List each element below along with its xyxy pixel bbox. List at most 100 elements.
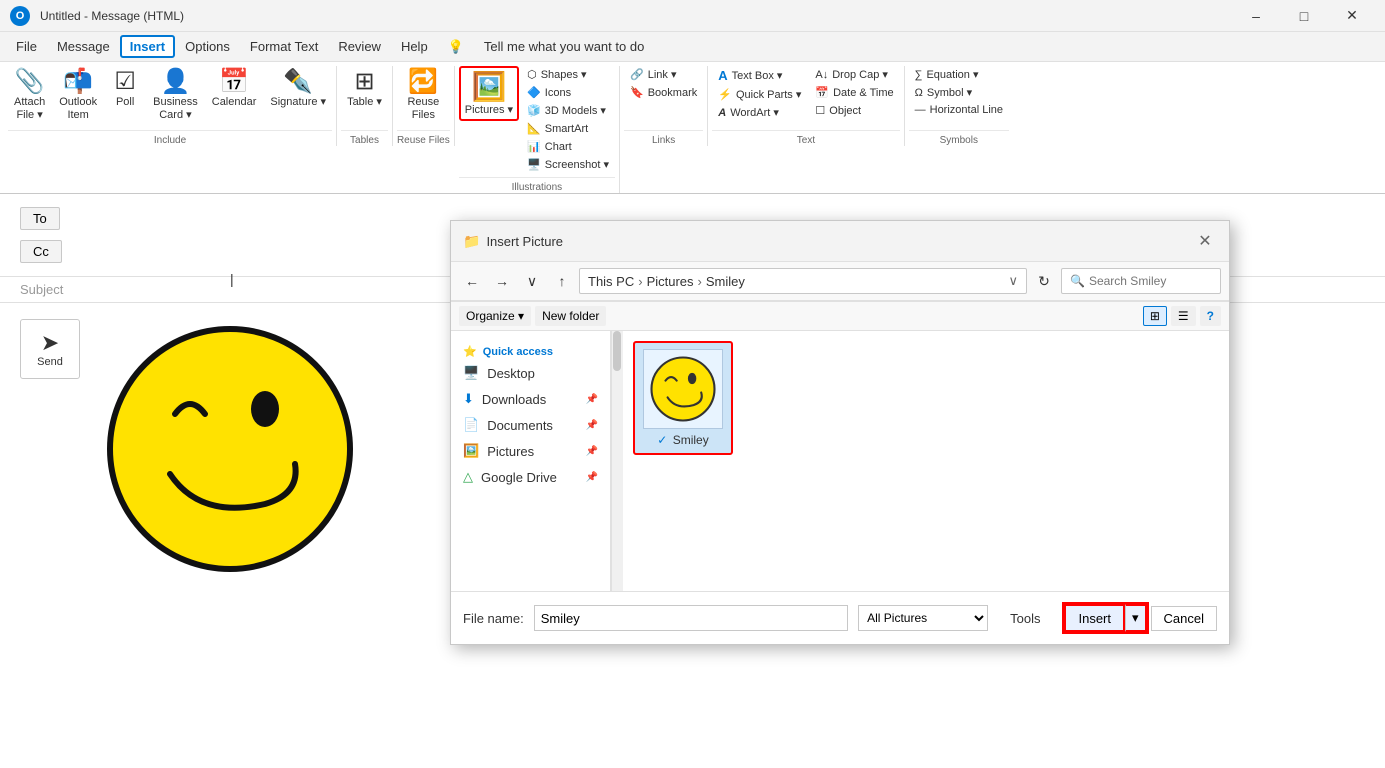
cc-button[interactable]: Cc [20, 240, 62, 263]
object-label: Object [829, 105, 861, 117]
menu-options[interactable]: Options [175, 35, 240, 58]
organize-button[interactable]: Organize ▾ [459, 306, 531, 326]
3d-models-button[interactable]: 🧊 3D Models ▾ [521, 102, 615, 119]
up-button[interactable]: ↑ [549, 268, 575, 294]
poll-label: Poll [116, 96, 134, 109]
quick-parts-button[interactable]: ⚡ Quick Parts ▾ [712, 86, 807, 103]
sidebar-item-downloads[interactable]: ⬇ Downloads 📌 [451, 386, 610, 412]
pictures-sidebar-icon: 🖼️ [463, 443, 479, 459]
file-type-select[interactable]: All Pictures [858, 605, 988, 631]
calendar-button[interactable]: 📅 Calendar [206, 66, 263, 113]
links-col: 🔗 Link ▾ 🔖 Bookmark [624, 66, 703, 101]
refresh-button[interactable]: ↻ [1031, 268, 1057, 294]
chart-icon: 📊 [527, 140, 541, 153]
sidebar-item-desktop[interactable]: 🖥️ Desktop [451, 360, 610, 386]
menu-message[interactable]: Message [47, 35, 120, 58]
symbol-button[interactable]: Ω Symbol ▾ [909, 84, 1009, 101]
filename-input[interactable] [534, 605, 848, 631]
screenshot-button[interactable]: 🖥️ Screenshot ▾ [521, 156, 615, 173]
menu-file[interactable]: File [6, 35, 47, 58]
recent-locations-button[interactable]: ∨ [519, 268, 545, 294]
email-body-content: | [100, 319, 360, 582]
search-input[interactable] [1089, 274, 1244, 288]
tools-label[interactable]: Tools [998, 605, 1052, 632]
bookmark-label: Bookmark [648, 87, 698, 99]
maximize-button[interactable]: □ [1281, 0, 1327, 32]
business-card-button[interactable]: 👤 BusinessCard ▾ [147, 66, 204, 126]
send-button[interactable]: ➤ Send [20, 319, 80, 379]
smiley-face [100, 319, 360, 579]
view-details-button[interactable]: ☰ [1171, 306, 1196, 326]
smiley-thumbnail [643, 349, 723, 429]
poll-button[interactable]: ☑ Poll [105, 66, 145, 113]
sidebar-item-google-drive[interactable]: △ Google Drive 📌 [451, 464, 610, 490]
pictures-icon: 🖼️ [471, 70, 506, 104]
back-button[interactable]: ← [459, 268, 485, 294]
menu-format-text[interactable]: Format Text [240, 35, 328, 58]
bookmark-icon: 🔖 [630, 86, 644, 99]
search-box[interactable]: 🔍 [1061, 268, 1221, 294]
menu-insert[interactable]: Insert [120, 35, 175, 58]
ribbon: 📎 AttachFile ▾ 📬 OutlookItem ☑ Poll 👤 Bu… [0, 62, 1385, 194]
ribbon-groups: 📎 AttachFile ▾ 📬 OutlookItem ☑ Poll 👤 Bu… [0, 66, 1385, 193]
menu-lightbulb[interactable]: 💡 [438, 35, 474, 59]
reuse-files-button[interactable]: 🔁 ReuseFiles [401, 66, 445, 126]
menu-tell-me[interactable]: Tell me what you want to do [474, 35, 654, 58]
reuse-items: 🔁 ReuseFiles [401, 66, 445, 126]
shapes-button[interactable]: ⬡ Shapes ▾ [521, 66, 615, 83]
hline-icon: — [915, 104, 926, 116]
object-icon: ☐ [815, 104, 825, 117]
close-button[interactable]: ✕ [1329, 0, 1375, 32]
table-button[interactable]: ⊞ Table ▾ [341, 66, 388, 113]
forward-button[interactable]: → [489, 268, 515, 294]
view-large-icons-button[interactable]: ⊞ [1143, 306, 1167, 326]
chart-button[interactable]: 📊 Chart [521, 138, 615, 155]
shapes-label: Shapes ▾ [541, 68, 587, 81]
equation-button[interactable]: ∑ Equation ▾ [909, 66, 1009, 83]
icons-button[interactable]: 🔷 Icons [521, 84, 615, 101]
dialog-close-button[interactable]: ✕ [1193, 229, 1217, 253]
address-bar[interactable]: This PC › Pictures › Smiley ∨ [579, 268, 1027, 294]
smartart-button[interactable]: 📐 SmartArt [521, 120, 615, 137]
attach-file-button[interactable]: 📎 AttachFile ▾ [8, 66, 51, 126]
outlook-label: OutlookItem [59, 96, 97, 122]
wordart-button[interactable]: A WordArt ▾ [712, 104, 807, 121]
drop-cap-button[interactable]: A↓ Drop Cap ▾ [809, 66, 899, 83]
object-button[interactable]: ☐ Object [809, 102, 899, 119]
insert-button[interactable]: Insert [1064, 604, 1125, 632]
sidebar-item-pictures[interactable]: 🖼️ Pictures 📌 [451, 438, 610, 464]
tables-label: Tables [341, 130, 388, 146]
ribbon-group-illustrations: 🖼️ Pictures ▾ ⬡ Shapes ▾ 🔷 Icons 🧊 3D Mo… [455, 66, 620, 193]
google-drive-icon: △ [463, 469, 473, 485]
to-button[interactable]: To [20, 207, 60, 230]
date-time-icon: 📅 [815, 86, 829, 99]
dialog-titlebar: 📁 Insert Picture ✕ [451, 221, 1229, 262]
symbols-label: Symbols [909, 130, 1009, 146]
dialog-title: Insert Picture [486, 234, 1193, 249]
address-dropdown-icon[interactable]: ∨ [1008, 273, 1018, 289]
scrollbar-track[interactable] [611, 331, 623, 591]
insert-picture-dialog: 📁 Insert Picture ✕ ← → ∨ ↑ This PC › Pic… [450, 220, 1230, 645]
bookmark-button[interactable]: 🔖 Bookmark [624, 84, 703, 101]
minimize-button[interactable]: – [1233, 0, 1279, 32]
signature-button[interactable]: ✒️ Signature ▾ [264, 66, 332, 113]
file-item-smiley[interactable]: ✓ Smiley [633, 341, 733, 455]
screenshot-label: Screenshot ▾ [545, 158, 609, 171]
table-label: Table ▾ [347, 96, 382, 109]
menu-help[interactable]: Help [391, 35, 438, 58]
sidebar-item-documents[interactable]: 📄 Documents 📌 [451, 412, 610, 438]
scrollbar-thumb[interactable] [613, 331, 621, 371]
pictures-button[interactable]: 🖼️ Pictures ▾ [459, 66, 519, 121]
cancel-button[interactable]: Cancel [1151, 606, 1217, 631]
horizontal-line-button[interactable]: — Horizontal Line [909, 102, 1009, 118]
outlook-item-button[interactable]: 📬 OutlookItem [53, 66, 103, 126]
dialog-help-button[interactable]: ? [1200, 306, 1221, 326]
menu-review[interactable]: Review [328, 35, 391, 58]
text-box-button[interactable]: A Text Box ▾ [712, 66, 807, 85]
business-card-label: BusinessCard ▾ [153, 96, 198, 122]
link-button[interactable]: 🔗 Link ▾ [624, 66, 703, 83]
new-folder-button[interactable]: New folder [535, 306, 606, 326]
attach-icon: 📎 [15, 70, 45, 94]
date-time-button[interactable]: 📅 Date & Time [809, 84, 899, 101]
insert-dropdown-button[interactable]: ▾ [1125, 604, 1147, 632]
